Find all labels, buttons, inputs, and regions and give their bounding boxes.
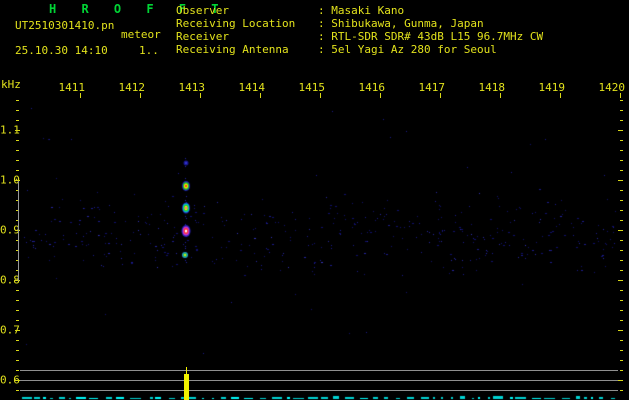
freq-tick-label: 1.1	[0, 123, 20, 137]
freq-tick	[620, 320, 623, 321]
time-tick	[440, 93, 441, 98]
freq-unit-label: kHz	[1, 78, 21, 91]
freq-tick	[16, 120, 19, 121]
info-value: : 5el Yagi Az 280 for Seoul	[318, 43, 497, 56]
freq-tick	[620, 110, 623, 111]
freq-tick	[620, 270, 623, 271]
freq-tick-label: 0.7	[0, 323, 20, 337]
freq-tick	[620, 370, 623, 371]
level-gridline	[20, 380, 618, 381]
freq-tick	[16, 390, 19, 391]
station-info-row: Observer : Masaki Kano	[176, 4, 543, 17]
echo-count: 1..	[139, 44, 159, 57]
freq-tick	[620, 140, 623, 141]
detection-range-marker	[18, 181, 19, 281]
freq-tick	[620, 120, 623, 121]
freq-tick	[16, 370, 19, 371]
freq-tick	[16, 110, 19, 111]
freq-tick	[620, 100, 623, 101]
time-tick	[500, 93, 501, 98]
info-label: Receiving Location	[176, 17, 296, 30]
freq-tick-label: 0.9	[0, 223, 20, 237]
freq-tick	[16, 170, 19, 171]
time-tick	[140, 93, 141, 98]
freq-tick-label: 0.6	[0, 373, 20, 387]
freq-tick	[620, 260, 623, 261]
time-tick	[560, 93, 561, 98]
freq-tick-label: 0.8	[0, 273, 20, 287]
freq-tick	[16, 350, 19, 351]
freq-tick	[620, 310, 623, 311]
freq-tick	[620, 390, 623, 391]
info-value: : Masaki Kano	[318, 4, 405, 17]
freq-tick	[618, 280, 623, 281]
level-gridline	[20, 370, 618, 371]
station-info-row: Receiving Antenna : 5el Yagi Az 280 for S…	[176, 43, 543, 56]
freq-tick	[620, 240, 623, 241]
freq-tick	[16, 290, 19, 291]
freq-tick	[620, 160, 623, 161]
freq-tick	[620, 150, 623, 151]
freq-tick	[618, 380, 623, 381]
time-tick	[320, 93, 321, 98]
info-value: : RTL-SDR SDR# 43dB L15 96.7MHz CW	[318, 30, 544, 43]
freq-tick	[618, 130, 623, 131]
freq-tick	[16, 100, 19, 101]
freq-tick	[15, 330, 20, 331]
freq-tick	[620, 350, 623, 351]
freq-tick	[618, 180, 623, 181]
station-info-block: Observer : Masaki Kano Receiving Location:…	[176, 4, 543, 56]
time-tick	[260, 93, 261, 98]
time-tick	[620, 93, 621, 98]
freq-tick	[620, 190, 623, 191]
station-info-row: Receiver : RTL-SDR SDR# 43dB L15 96.7MHz …	[176, 30, 543, 43]
time-tick	[380, 93, 381, 98]
info-label: Receiving Antenna	[176, 43, 289, 56]
freq-tick	[620, 360, 623, 361]
level-gridline	[20, 390, 618, 391]
freq-tick	[16, 360, 19, 361]
freq-tick	[15, 130, 20, 131]
freq-tick	[620, 290, 623, 291]
freq-tick	[620, 250, 623, 251]
freq-tick	[620, 170, 623, 171]
hrofft-screen: H R O F F T UT2510301410.pn meteor 25.10…	[0, 0, 629, 400]
band-label: meteor	[121, 28, 161, 41]
spectrogram-canvas	[0, 0, 629, 400]
freq-tick	[618, 330, 623, 331]
freq-tick	[618, 230, 623, 231]
datetime-label: 25.10.30 14:10	[15, 44, 108, 57]
time-tick	[200, 93, 201, 98]
info-label: Observer	[176, 4, 229, 17]
freq-tick	[620, 340, 623, 341]
freq-tick	[16, 150, 19, 151]
freq-tick-label: 1.0	[0, 173, 20, 187]
freq-tick	[620, 220, 623, 221]
freq-tick	[16, 300, 19, 301]
freq-tick	[620, 300, 623, 301]
freq-tick	[16, 320, 19, 321]
freq-tick	[620, 200, 623, 201]
output-filename: UT2510301410.pn	[15, 19, 115, 32]
station-info-row: Receiving Location : Shibukawa, Gunma, Ja…	[176, 17, 543, 30]
freq-tick	[16, 140, 19, 141]
freq-tick	[16, 340, 19, 341]
info-label: Receiver	[176, 30, 229, 43]
freq-tick	[16, 310, 19, 311]
time-tick	[80, 93, 81, 98]
info-value: : Shibukawa, Gunma, Japan	[318, 17, 484, 30]
freq-tick	[16, 160, 19, 161]
signal-level-spike-tip	[186, 367, 187, 378]
freq-tick	[620, 210, 623, 211]
